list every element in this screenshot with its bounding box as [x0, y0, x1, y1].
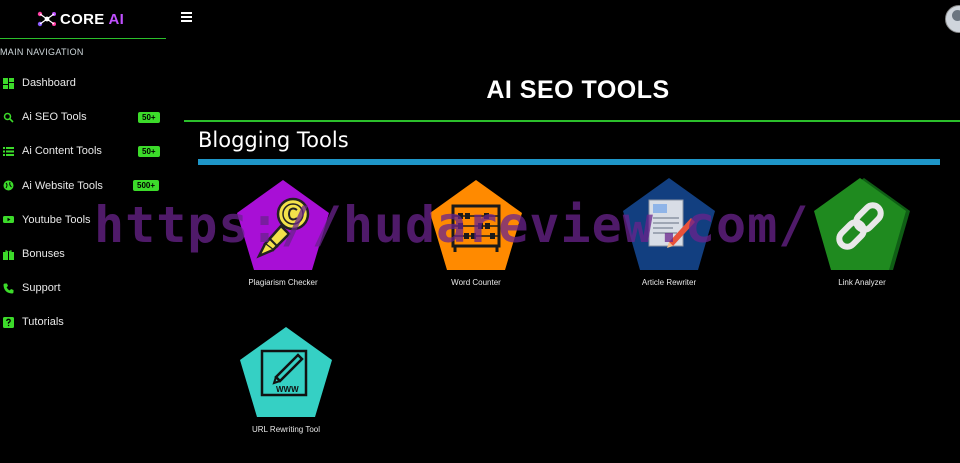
dashboard-icon [3, 77, 14, 89]
user-avatar[interactable] [945, 5, 960, 33]
tool-card-link-analyzer[interactable]: Link Analyzer [792, 176, 932, 287]
sidebar-item-dashboard[interactable]: Dashboard [0, 66, 166, 100]
tool-label: Article Rewriter [641, 278, 697, 287]
count-badge: 500+ [133, 180, 160, 192]
main-navigation: Dashboard Ai SEO Tools 50+ Ai Content To… [0, 66, 166, 340]
sidebar-item-label: Youtube Tools [22, 213, 91, 226]
globe-icon [3, 180, 14, 191]
sidebar-item-label: Support [22, 282, 61, 295]
sidebar: CORE AI MAIN NAVIGATION Dashboard Ai SEO… [0, 0, 166, 463]
youtube-icon [3, 214, 14, 225]
brand-name[interactable]: CORE AI [60, 11, 124, 28]
document-edit-icon [623, 178, 715, 270]
tool-card-url-rewriting-tool[interactable]: WWW URL Rewriting Tool [216, 325, 356, 434]
section-divider [198, 159, 940, 165]
tool-card-article-rewriter[interactable]: Article Rewriter [599, 176, 739, 287]
page-title: AI SEO TOOLS [486, 76, 670, 104]
chain-link-icon [814, 178, 910, 270]
title-divider [184, 120, 960, 122]
tool-label: Word Counter [451, 278, 501, 287]
sidebar-item-label: Dashboard [22, 77, 76, 90]
count-badge: 50+ [138, 111, 160, 123]
sidebar-item-youtube-tools[interactable]: Youtube Tools [0, 203, 166, 237]
sidebar-item-support[interactable]: Support [0, 271, 166, 305]
www-edit-icon: WWW [240, 327, 332, 417]
nav-heading: MAIN NAVIGATION [0, 47, 84, 57]
phone-icon [3, 283, 14, 294]
sidebar-item-bonuses[interactable]: Bonuses [0, 237, 166, 271]
tool-card-word-counter[interactable]: Word Counter [406, 178, 546, 287]
sidebar-item-ai-content-tools[interactable]: Ai Content Tools 50+ [0, 134, 166, 168]
section-title: Blogging Tools [198, 128, 349, 152]
help-icon [3, 316, 14, 328]
sidebar-item-label: Tutorials [22, 316, 64, 329]
count-badge: 50+ [138, 145, 160, 157]
core-ai-logo-icon [37, 11, 56, 27]
brand-name-text: CORE [60, 11, 109, 28]
search-icon [3, 112, 14, 123]
gift-icon [3, 249, 14, 260]
menu-toggle-icon[interactable] [181, 12, 192, 22]
sidebar-item-tutorials[interactable]: Tutorials [0, 305, 166, 339]
pen-copyright-icon [237, 180, 329, 270]
sidebar-item-label: Ai Content Tools [22, 145, 102, 158]
sidebar-item-label: Ai SEO Tools [22, 111, 87, 124]
abacus-icon [430, 180, 522, 270]
list-icon [3, 146, 14, 157]
svg-text:WWW: WWW [276, 385, 299, 394]
tool-label: Plagiarism Checker [248, 278, 318, 287]
tool-label: URL Rewriting Tool [251, 425, 321, 434]
sidebar-item-ai-seo-tools[interactable]: Ai SEO Tools 50+ [0, 100, 166, 134]
sidebar-item-label: Bonuses [22, 248, 65, 261]
sidebar-item-label: Ai Website Tools [22, 179, 103, 192]
brand-header: CORE AI [0, 0, 166, 39]
tool-label: Link Analyzer [838, 278, 886, 287]
tool-card-plagiarism-checker[interactable]: Plagiarism Checker [213, 178, 353, 287]
brand-accent-text: AI [108, 11, 125, 28]
sidebar-item-ai-website-tools[interactable]: Ai Website Tools 500+ [0, 169, 166, 203]
